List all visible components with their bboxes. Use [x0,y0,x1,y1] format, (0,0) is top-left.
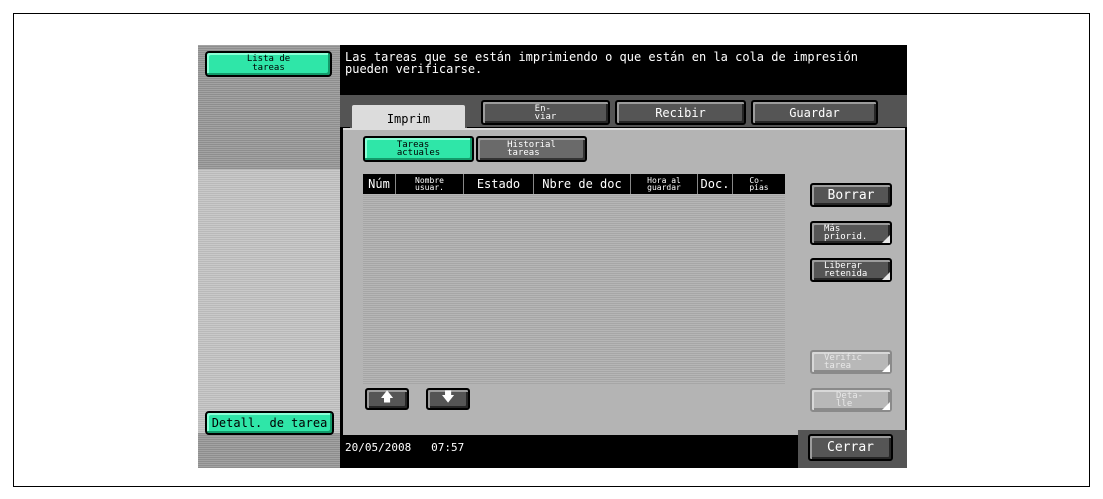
scroll-up-arrow-icon[interactable]: 🡅 [365,388,409,410]
close-button[interactable]: Cerrar [808,434,893,461]
info-message: Las tareas que se están imprimiendo o qu… [345,50,858,76]
scroll-down-arrow-icon[interactable]: 🡇 [426,388,470,410]
release-held-button[interactable]: Liberar retenida [810,258,892,282]
subtab-current-jobs[interactable]: Tareas actuales [363,136,474,162]
control-panel-screen: Lista de tareas Detall. de tarea Las tar… [198,45,907,468]
detail-button[interactable]: Deta- lle [810,388,892,412]
table-header: Núm Nombre usuar. Estado Nbre de doc Hor… [363,174,785,194]
column-header: Nbre de doc [534,174,631,194]
tab-recibir[interactable]: Recibir [615,100,746,125]
column-header: Hora al guardar [631,174,698,194]
status-date: 20/05/2008 [345,441,412,454]
raise-priority-button[interactable]: Más priorid. [810,221,892,245]
status-time: 07:57 [431,441,465,454]
subtab-job-history[interactable]: Historial tareas [476,136,587,162]
job-table: Núm Nombre usuar. Estado Nbre de doc Hor… [363,174,785,384]
task-list-button[interactable]: Lista de tareas [205,51,332,77]
column-header: Co- pias [749,176,769,192]
left-panel: Lista de tareas Detall. de tarea [198,45,340,468]
column-header: Estado [464,174,534,194]
tab-guardar[interactable]: Guardar [751,100,878,125]
action-panel: Borrar Más priorid. Liberar retenida Ver… [798,174,899,429]
delete-button[interactable]: Borrar [810,183,892,207]
task-details-button[interactable]: Detall. de tarea [205,411,334,435]
tab-enviar[interactable]: En- viar [481,100,610,125]
status-datetime: 20/05/2008 07:57 [345,441,464,454]
column-header: Núm [363,174,396,194]
column-header: Nombre usuar. [396,174,464,194]
main-content: Tareas actuales Historial tareas Núm Nom… [343,128,905,435]
column-header: Doc. [698,174,733,194]
check-job-button[interactable]: Verific tarea [810,350,892,374]
